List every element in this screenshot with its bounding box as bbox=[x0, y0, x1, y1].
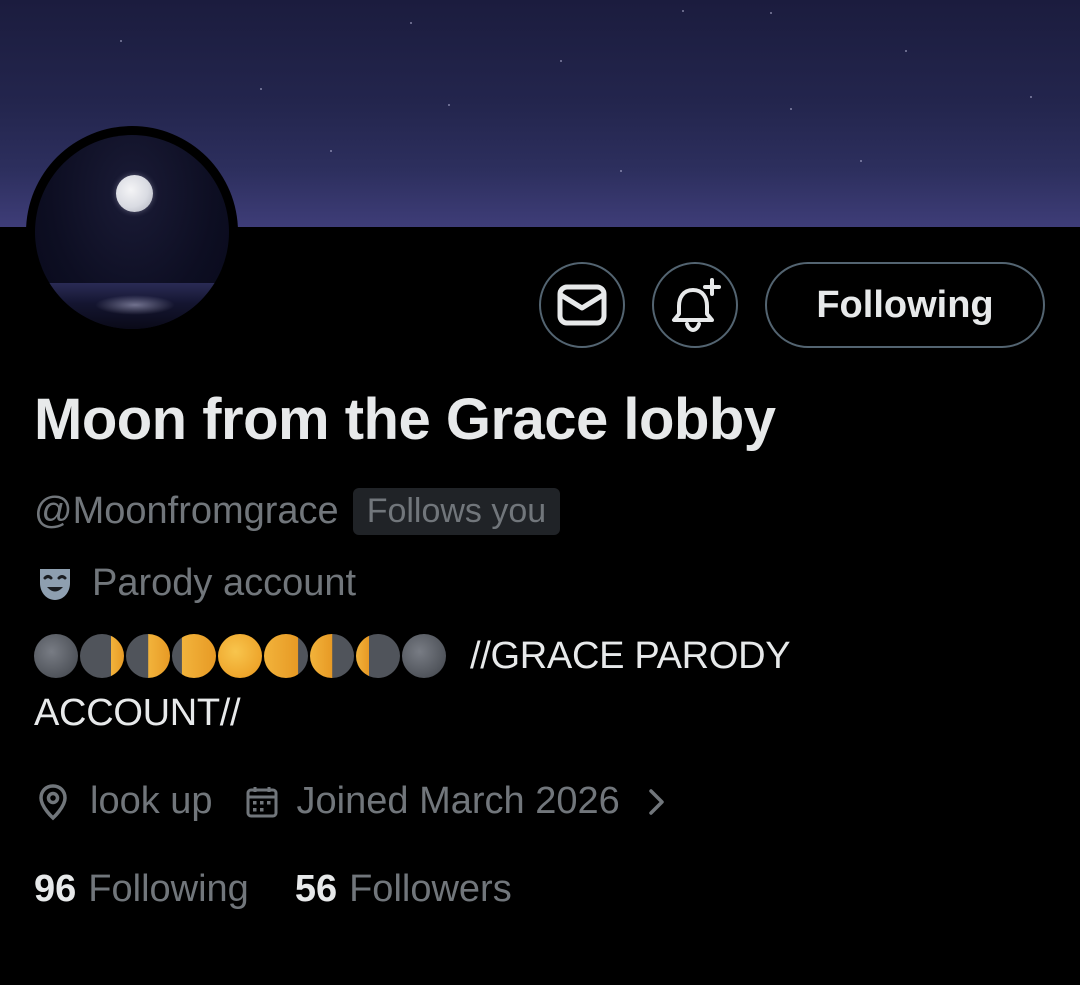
bio: //GRACE PARODY bbox=[34, 634, 1044, 678]
profile-page: Following Moon from the Grace lobby @Moo… bbox=[0, 0, 1080, 985]
joined-text[interactable]: Joined March 2026 bbox=[297, 780, 620, 823]
notify-button[interactable] bbox=[652, 262, 738, 348]
full-moon-emoji bbox=[218, 634, 262, 678]
avatar-glint bbox=[95, 295, 175, 315]
handle: @Moonfromgrace bbox=[34, 490, 339, 532]
avatar-image bbox=[35, 135, 229, 329]
last-quarter-emoji bbox=[310, 634, 354, 678]
follow-stats: 96 Following 56 Followers bbox=[34, 868, 512, 911]
location-pin-icon bbox=[39, 783, 67, 820]
chevron-right-icon[interactable] bbox=[646, 787, 668, 817]
location-text: look up bbox=[90, 780, 213, 822]
followers-label: Followers bbox=[349, 868, 512, 910]
following-count: 96 bbox=[34, 868, 77, 910]
avatar-moon bbox=[116, 175, 153, 212]
new-moon-emoji bbox=[402, 634, 446, 678]
waning-gibbous-emoji bbox=[264, 634, 308, 678]
avatar[interactable] bbox=[26, 126, 238, 338]
envelope-icon bbox=[557, 284, 607, 326]
display-name: Moon from the Grace lobby bbox=[34, 387, 776, 452]
waning-crescent-emoji bbox=[356, 634, 400, 678]
bio-text-line2: ACCOUNT// bbox=[34, 692, 241, 734]
new-moon-emoji bbox=[34, 634, 78, 678]
following-label: Following bbox=[88, 868, 249, 910]
following-button[interactable]: Following bbox=[765, 262, 1045, 348]
parody-label-row[interactable]: Parody account bbox=[36, 562, 356, 605]
bell-plus-icon bbox=[672, 278, 721, 332]
message-button[interactable] bbox=[539, 262, 625, 348]
profile-meta-row: look up Joined March 2026 bbox=[36, 780, 668, 823]
moon-phase-emojis bbox=[34, 634, 446, 678]
follows-you-badge: Follows you bbox=[352, 488, 561, 535]
bio-text-line1: //GRACE PARODY bbox=[470, 634, 791, 677]
theater-mask-icon bbox=[40, 568, 70, 600]
followers-stat[interactable]: 56 Followers bbox=[295, 868, 512, 911]
waxing-gibbous-emoji bbox=[172, 634, 216, 678]
handle-row: @Moonfromgrace Follows you bbox=[34, 488, 561, 535]
waxing-crescent-emoji bbox=[80, 634, 124, 678]
following-stat[interactable]: 96 Following bbox=[34, 868, 249, 911]
parody-label: Parody account bbox=[92, 562, 357, 604]
calendar-icon bbox=[246, 786, 278, 817]
first-quarter-emoji bbox=[126, 634, 170, 678]
followers-count: 56 bbox=[294, 868, 338, 910]
